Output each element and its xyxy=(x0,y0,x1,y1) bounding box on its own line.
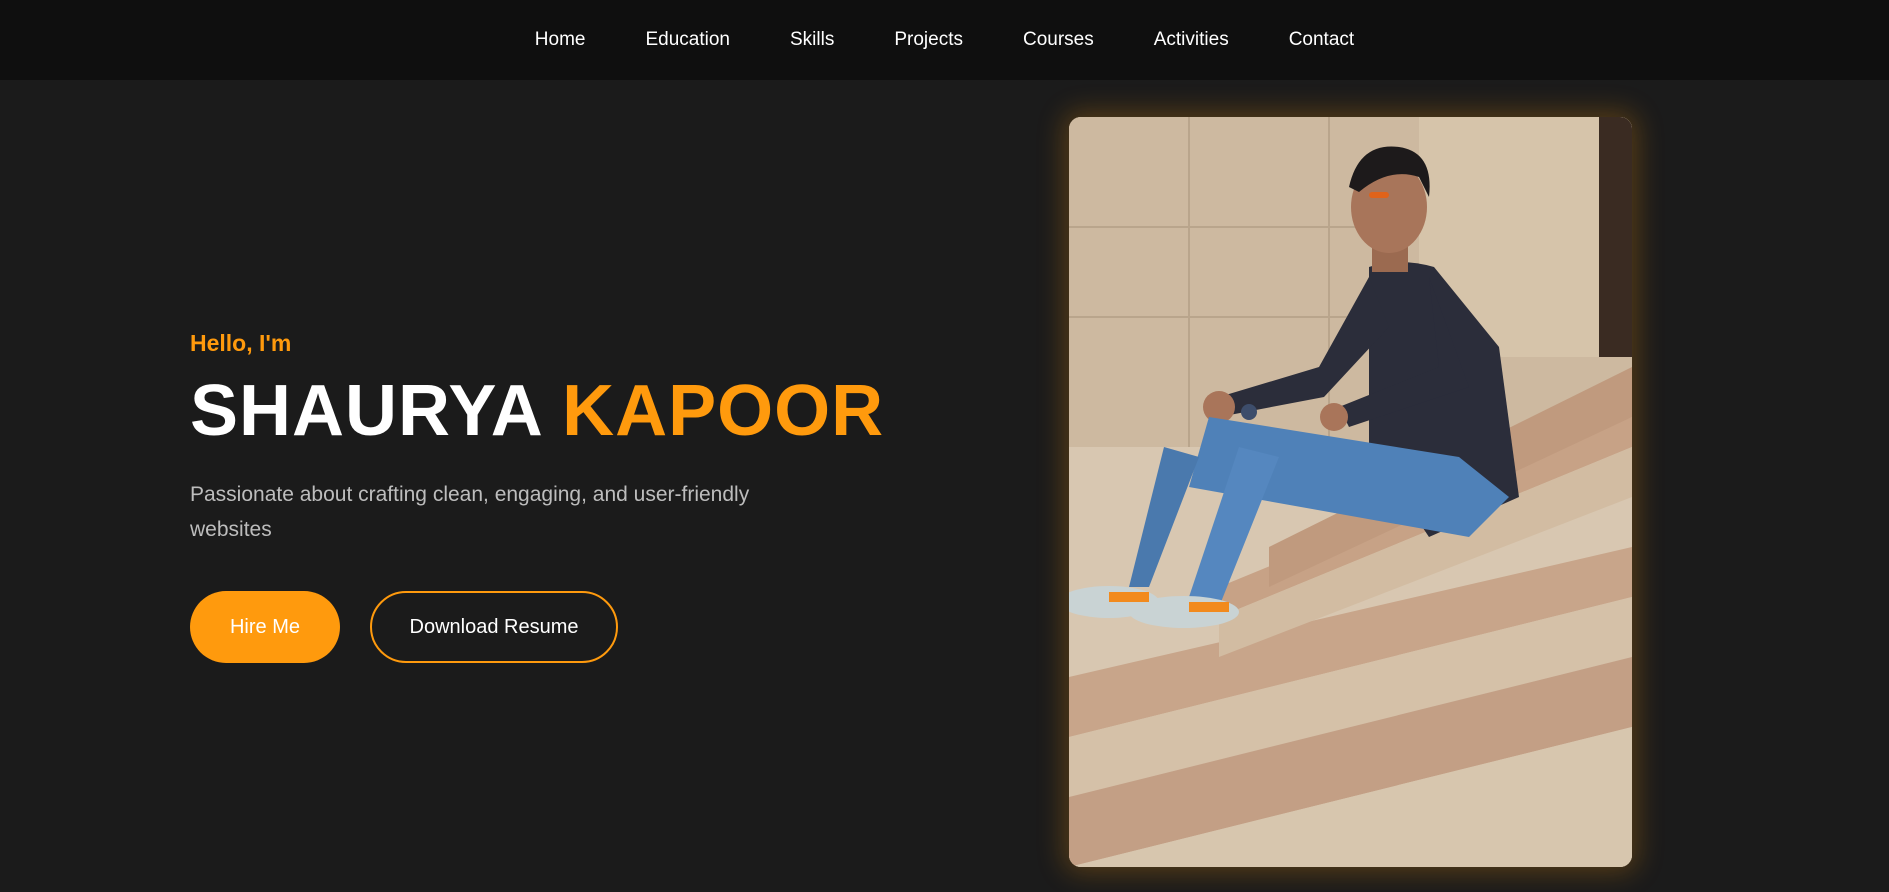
nav-links: Home Education Skills Projects Courses A… xyxy=(535,29,1354,51)
hire-me-button[interactable]: Hire Me xyxy=(190,591,340,663)
last-name: KAPOOR xyxy=(562,371,885,451)
hero-name: SHAURYA KAPOOR xyxy=(190,375,883,447)
nav-contact[interactable]: Contact xyxy=(1289,29,1354,50)
nav-projects[interactable]: Projects xyxy=(894,29,963,50)
navbar: Home Education Skills Projects Courses A… xyxy=(0,0,1889,80)
hero-section: Hello, I'm SHAURYA KAPOOR Passionate abo… xyxy=(0,80,1889,892)
nav-home[interactable]: Home xyxy=(535,29,586,50)
nav-education[interactable]: Education xyxy=(645,29,730,50)
profile-photo-illustration xyxy=(1069,117,1632,867)
hero-actions: Hire Me Download Resume xyxy=(190,591,830,663)
first-name: SHAURYA xyxy=(190,371,542,451)
download-resume-button[interactable]: Download Resume xyxy=(370,591,618,663)
nav-skills[interactable]: Skills xyxy=(790,29,834,50)
nav-courses[interactable]: Courses xyxy=(1023,29,1094,50)
hero-intro: Hello, I'm SHAURYA KAPOOR Passionate abo… xyxy=(190,330,883,663)
nav-activities[interactable]: Activities xyxy=(1154,29,1229,50)
tagline: Passionate about crafting clean, engagin… xyxy=(190,483,750,541)
greeting: Hello, I'm xyxy=(190,330,292,356)
profile-photo xyxy=(1069,117,1632,867)
